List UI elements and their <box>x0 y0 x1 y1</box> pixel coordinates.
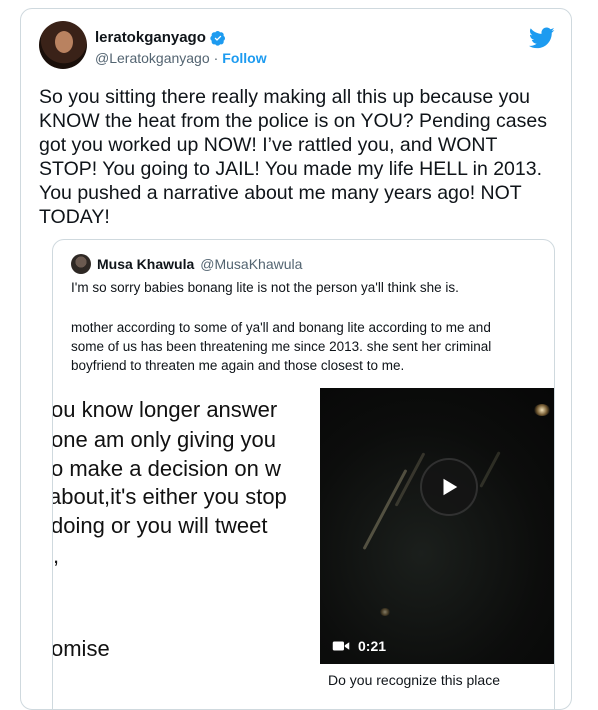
quoted-handle[interactable]: @MusaKhawula <box>200 256 302 272</box>
quoted-footer-text: Do you recognize this place <box>328 672 500 688</box>
quoted-image-text-screenshot[interactable]: ou know longer answer one am only giving… <box>53 395 323 685</box>
tweet-card: leratokganyago @Leratokganyago · Follow … <box>20 8 572 710</box>
quoted-text-2: mother according to some of ya'll and bo… <box>71 320 492 373</box>
avatar[interactable] <box>39 21 87 69</box>
quoted-avatar[interactable] <box>71 254 91 274</box>
image-text-line: about,it's either you stop <box>53 484 287 509</box>
quoted-video-player[interactable]: 0:21 <box>320 388 554 664</box>
author-display-name[interactable]: leratokganyago <box>95 29 206 46</box>
quoted-tweet[interactable]: Musa Khawula @MusaKhawula I'm so sorry b… <box>52 239 555 709</box>
quoted-text-1: I'm so sorry babies bonang lite is not t… <box>71 280 459 295</box>
play-icon <box>443 478 458 496</box>
separator-dot: · <box>213 50 219 66</box>
author-name-row[interactable]: leratokganyago <box>95 29 226 46</box>
author-handle[interactable]: @Leratokganyago <box>95 50 210 66</box>
image-text-line: o make a decision on w <box>53 456 281 481</box>
quoted-tweet-header: Musa Khawula @MusaKhawula <box>71 254 302 274</box>
play-button[interactable] <box>420 458 478 516</box>
video-camera-icon <box>332 641 350 651</box>
tweet-header: leratokganyago @Leratokganyago · Follow <box>39 21 557 77</box>
follow-button[interactable]: Follow <box>222 50 266 66</box>
twitter-bird-icon[interactable] <box>529 25 555 51</box>
quoted-display-name[interactable]: Musa Khawula <box>97 256 194 272</box>
image-text-line: omise <box>53 636 110 661</box>
image-text-line: one am only giving you <box>53 427 277 452</box>
image-text-line: doing or you will tweet <box>53 513 268 538</box>
image-text-line: , <box>53 543 60 568</box>
tweet-text: So you sitting there really making all t… <box>39 86 547 228</box>
image-text-line: ou know longer answer <box>53 397 278 422</box>
video-duration-badge: 0:21 <box>332 638 386 654</box>
video-duration: 0:21 <box>358 638 387 654</box>
verified-badge-icon <box>210 30 225 46</box>
author-handle-row: @Leratokganyago · Follow <box>95 50 267 66</box>
